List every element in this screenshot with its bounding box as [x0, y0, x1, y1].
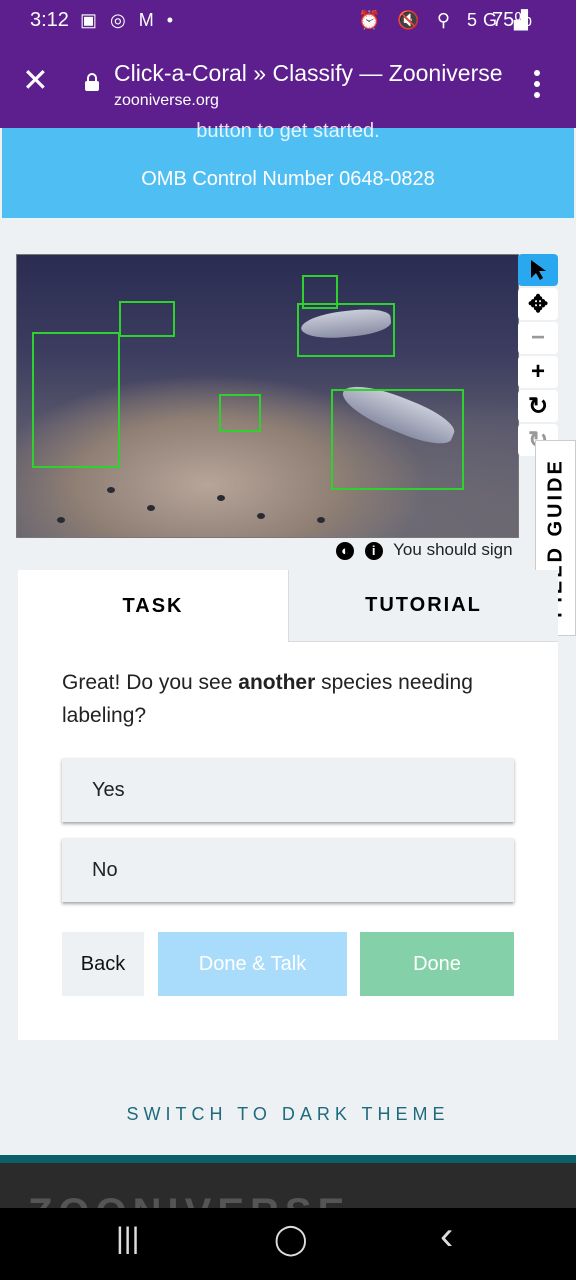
- question-emphasis: another: [238, 671, 316, 694]
- subject-meta-bar: ◐ i You should sign: [336, 540, 513, 566]
- annotation-box[interactable]: [119, 301, 175, 337]
- annotation-box[interactable]: [331, 389, 464, 490]
- task-tabs: TASK TUTORIAL: [18, 570, 558, 642]
- info-icon[interactable]: i: [364, 541, 383, 560]
- status-time: 3:12: [30, 9, 69, 31]
- subject-image[interactable]: [16, 254, 519, 538]
- lock-icon: [85, 73, 99, 91]
- system-nav-bar: ||| ◯ ‹: [0, 1208, 576, 1280]
- site-footer: ZOONIVERSE: [0, 1163, 576, 1235]
- sign-in-prompt[interactable]: You should sign: [393, 540, 512, 559]
- notification-icons: ▣ ◎ M •: [80, 10, 178, 30]
- banner-cutoff-text: button to get started.: [196, 120, 380, 142]
- back-button[interactable]: Back: [62, 932, 144, 996]
- page-title: Click-a-Coral » Classify — Zooniverse: [114, 60, 503, 86]
- overflow-menu-icon[interactable]: [534, 70, 542, 103]
- switch-theme-link[interactable]: SWITCH TO DARK THEME: [0, 1104, 576, 1125]
- status-bar: 3:12 ▣ ◎ M • ⏰ 🔇 ⚲ 5G ▟ 75%: [0, 0, 576, 42]
- image-toolbar: ✥ − + ↻ ↻: [518, 254, 558, 456]
- battery-level: 75%: [492, 9, 533, 31]
- annotation-box[interactable]: [32, 332, 120, 468]
- rotate-icon[interactable]: ↻: [518, 390, 558, 422]
- annotation-box[interactable]: [219, 394, 261, 432]
- contrast-icon[interactable]: ◐: [336, 541, 354, 560]
- task-question: Great! Do you see another species needin…: [62, 666, 522, 732]
- done-and-talk-button[interactable]: Done & Talk: [158, 932, 347, 996]
- home-icon[interactable]: ◯: [274, 1222, 308, 1257]
- back-icon[interactable]: ‹: [440, 1214, 453, 1259]
- tab-task[interactable]: TASK: [18, 570, 288, 642]
- pointer-icon[interactable]: [518, 254, 558, 286]
- done-button[interactable]: Done: [360, 932, 514, 996]
- answer-no-button[interactable]: No: [62, 838, 514, 902]
- browser-toolbar: ✕ Click-a-Coral » Classify — Zooniverse …: [0, 42, 576, 128]
- zoom-in-icon[interactable]: +: [518, 356, 558, 388]
- announcement-banner: button to get started. OMB Control Numbe…: [2, 120, 574, 218]
- close-icon[interactable]: ✕: [22, 64, 49, 96]
- footer-divider: [0, 1155, 576, 1163]
- annotation-box[interactable]: [297, 303, 395, 357]
- recents-icon[interactable]: |||: [116, 1222, 139, 1256]
- page-domain: zooniverse.org: [114, 92, 219, 109]
- answer-yes-button[interactable]: Yes: [62, 758, 514, 822]
- tab-tutorial[interactable]: TUTORIAL: [288, 570, 558, 642]
- zoom-out-icon[interactable]: −: [518, 322, 558, 354]
- task-panel: Great! Do you see another species needin…: [18, 642, 558, 1040]
- move-icon[interactable]: ✥: [518, 288, 558, 320]
- omb-control-number: OMB Control Number 0648-0828: [141, 168, 435, 190]
- question-text: Great! Do you see: [62, 671, 239, 694]
